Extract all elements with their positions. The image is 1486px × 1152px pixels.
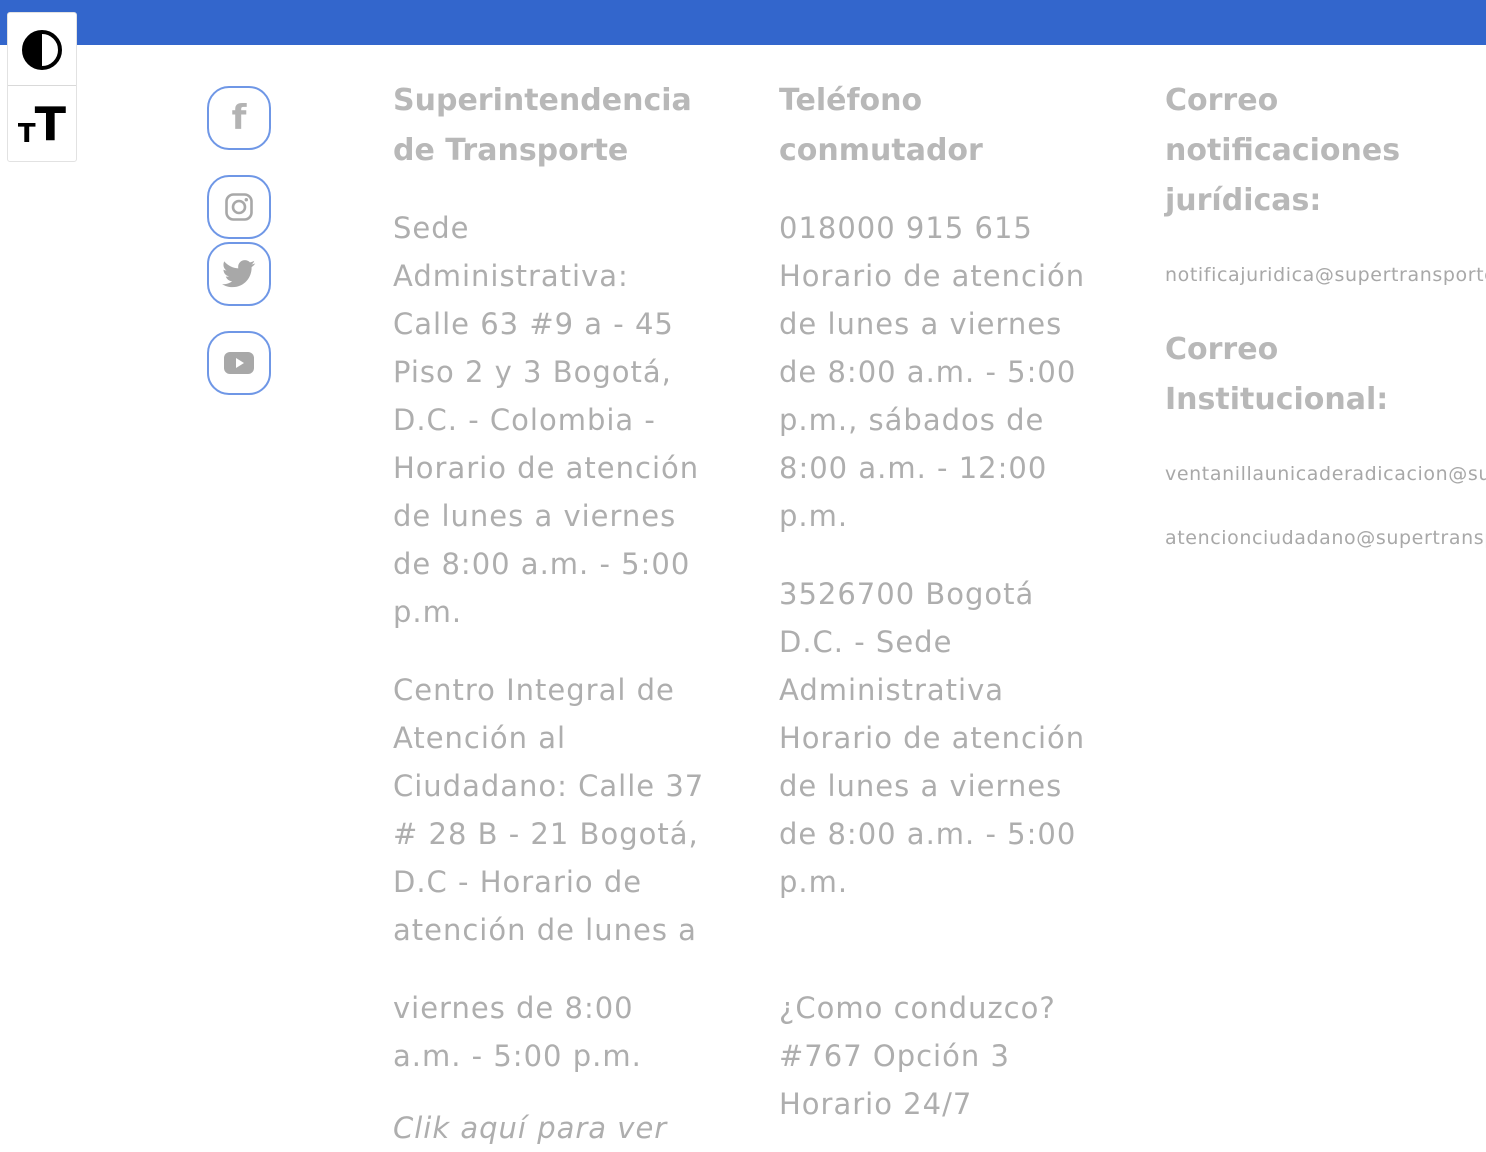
facebook-button[interactable]: f [207,86,271,150]
youtube-button[interactable] [207,331,271,395]
sede-address: Sede Administrativa: Calle 63 #9 a - 45 … [393,211,700,629]
accessibility-panel: TT [7,12,77,162]
instagram-button[interactable] [207,175,271,239]
top-bar [0,0,1486,45]
inst-email-link-1[interactable]: ventanillaunicaderadicacion@supertranspo… [1165,461,1486,487]
youtube-icon [224,352,254,374]
phone-block-conduzco: ¿Como conduzco? #767 Opción 3 Horario 24… [779,991,1056,1121]
text-size-icon: TT [17,97,67,151]
centro-address: Centro Integral de Atención al Ciudadano… [393,673,705,947]
mail-column: Correo notificaciones jurídicas: notific… [1165,76,1486,551]
centro-hours: viernes de 8:00 a.m. - 5:00 p.m. [393,991,642,1073]
contrast-icon [22,30,62,70]
notif-title: Correo notificaciones jurídicas: [1165,83,1401,218]
phone-block-bogota: 3526700 Bogotá D.C. - Sede Administrativ… [779,577,1086,899]
facebook-icon: f [231,98,247,138]
phone-column: Teléfono conmutador 018000 915 615 Horar… [779,76,1109,1128]
entity-column: Superintendencia de Transporte Sede Admi… [393,76,723,1152]
accessibility-divider [8,85,76,86]
text-size-button[interactable]: TT [8,89,76,159]
phone-block-national: 018000 915 615 Horario de atención de lu… [779,211,1086,533]
contrast-button[interactable] [8,15,76,85]
phone-title: Teléfono conmutador [779,83,983,168]
twitter-button[interactable] [207,242,271,306]
map-link[interactable]: Clik aquí para ver [393,1104,723,1152]
inst-email-link-2[interactable]: atencionciudadano@supertransporte.gov.co [1165,525,1486,551]
inst-title: Correo Institucional: [1165,332,1389,417]
instagram-icon [225,193,253,221]
twitter-icon [222,260,256,288]
entity-title: Superintendencia de Transporte [393,83,692,168]
notif-email-link[interactable]: notificajuridica@supertransporte.gov.co [1165,262,1486,288]
